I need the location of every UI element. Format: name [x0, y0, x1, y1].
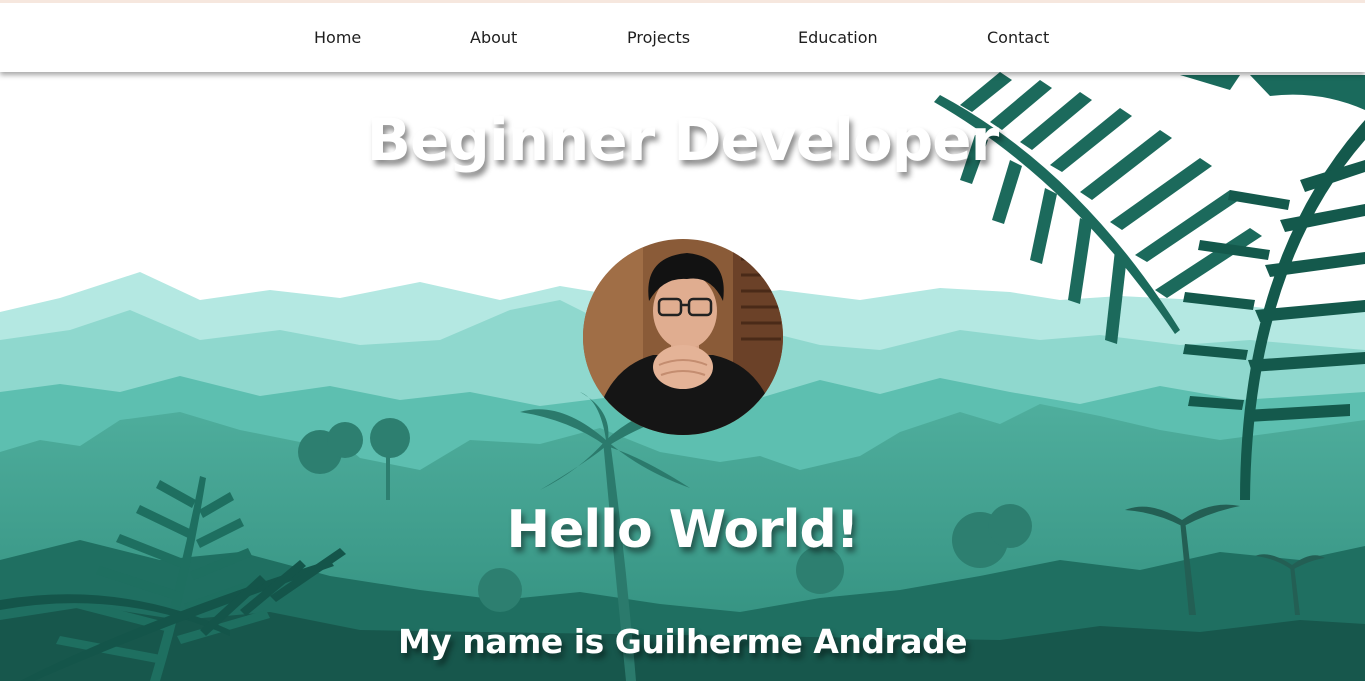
top-navbar: Home About Projects Education Contact	[0, 0, 1365, 72]
hero-intro: My name is Guilherme Andrade	[397, 622, 968, 661]
hero-title: Beginner Developer	[366, 106, 999, 174]
nav-link-contact[interactable]: Contact	[987, 3, 1049, 72]
portfolio-page: Home About Projects Education Contact Be…	[0, 0, 1365, 681]
nav-link-home[interactable]: Home	[314, 3, 361, 72]
nav-link-projects[interactable]: Projects	[627, 3, 690, 72]
nav-link-about[interactable]: About	[470, 3, 517, 72]
profile-photo	[583, 239, 783, 435]
hero-greeting: Hello World!	[506, 500, 860, 560]
nav-link-education[interactable]: Education	[798, 3, 878, 72]
avatar	[583, 239, 783, 435]
